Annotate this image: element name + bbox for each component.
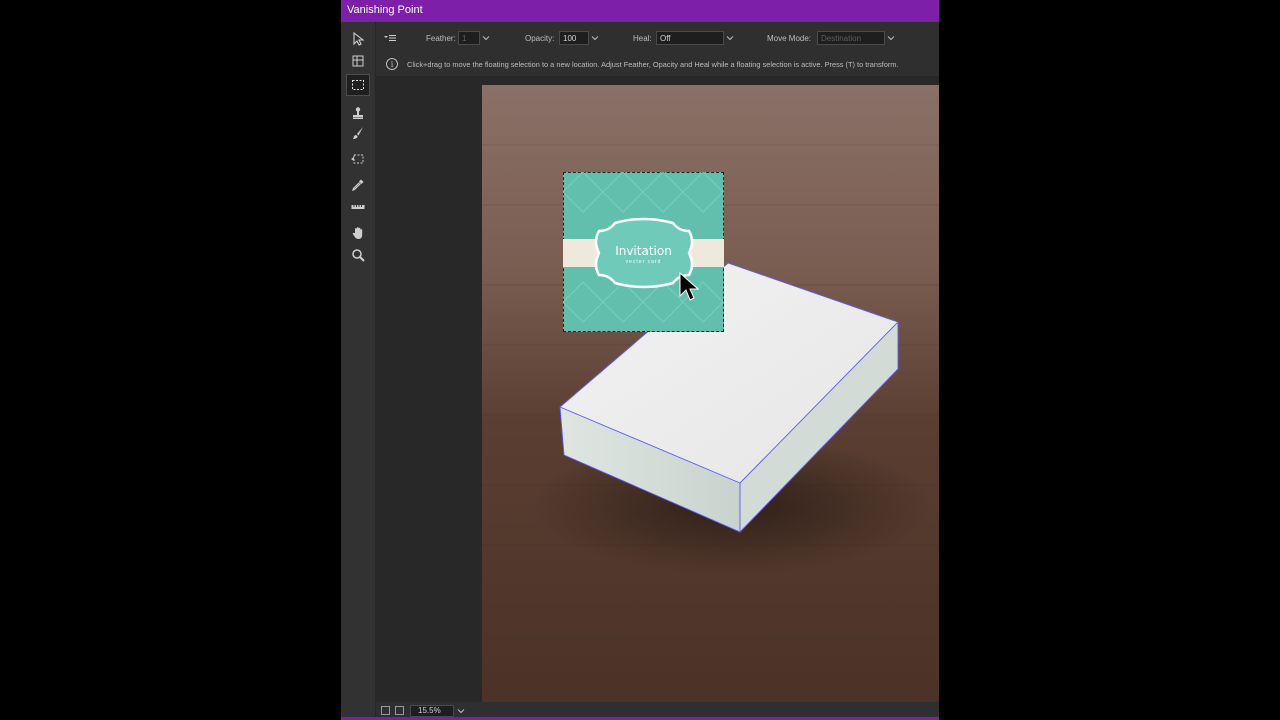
zoom-in-button[interactable]: [395, 706, 404, 715]
stamp-tool-icon: [353, 107, 363, 119]
zoom-out-button[interactable]: [381, 706, 390, 715]
opacity-field[interactable]: 100: [559, 31, 589, 45]
feather-label: Feather:: [426, 34, 456, 43]
edit-plane-tool-icon: [353, 32, 365, 46]
hint-bar: i Click+drag to move the floating select…: [376, 54, 939, 77]
info-icon: i: [386, 58, 398, 70]
title-bar[interactable]: Vanishing Point: [341, 0, 939, 22]
opacity-label: Opacity:: [525, 34, 555, 43]
zoom-field[interactable]: 15.5%: [410, 705, 454, 717]
hand-tool-icon: [352, 227, 363, 239]
heal-dropdown[interactable]: [724, 31, 736, 45]
marquee-tool-icon: [352, 80, 364, 90]
opacity-dropdown[interactable]: [589, 31, 601, 45]
stamp-tool[interactable]: [346, 102, 370, 124]
options-bar: Feather: 1 Opacity: 100 Heal: Off Move M…: [376, 22, 939, 54]
move-mode-label: Move Mode:: [767, 34, 812, 43]
edit-plane-tool[interactable]: [346, 28, 370, 50]
create-plane-tool-icon: [352, 55, 364, 67]
card-title: Invitation: [615, 244, 672, 258]
move-mode-select[interactable]: Destination: [817, 31, 885, 45]
feather-field[interactable]: 1: [458, 31, 480, 45]
hand-tool[interactable]: [346, 222, 370, 244]
brush-tool-icon: [353, 127, 363, 139]
move-mode-dropdown[interactable]: [885, 31, 897, 45]
tool-panel: [341, 22, 376, 720]
window-title: Vanishing Point: [347, 4, 423, 16]
zoom-tool-icon: [352, 249, 365, 262]
create-plane-tool[interactable]: [346, 50, 370, 72]
heal-label: Heal:: [633, 34, 652, 43]
eyedropper-tool[interactable]: [346, 174, 370, 196]
zoom-tool[interactable]: [346, 244, 370, 266]
hint-text: Click+drag to move the floating selectio…: [407, 60, 899, 69]
cursor-arrow-icon: [679, 272, 700, 301]
marquee-tool[interactable]: [346, 74, 370, 96]
chevron-down-icon: [726, 36, 734, 41]
zoom-dropdown[interactable]: [455, 706, 467, 716]
chevron-down-icon: [457, 709, 465, 714]
vanishing-point-window: Vanishing Point Feather: 1 Opacity: 100 …: [341, 0, 939, 720]
menu-icon: [384, 35, 396, 41]
chevron-down-icon: [887, 36, 895, 41]
document-image[interactable]: Invitation vector card: [482, 85, 939, 702]
chevron-down-icon: [482, 36, 490, 41]
eyedropper-tool-icon: [352, 179, 364, 191]
measure-tool-icon: [351, 205, 365, 209]
heal-select[interactable]: Off: [656, 31, 724, 45]
panel-menu-button[interactable]: [383, 31, 397, 45]
measure-tool[interactable]: [346, 196, 370, 218]
brush-tool[interactable]: [346, 122, 370, 144]
floating-selection[interactable]: Invitation vector card: [563, 172, 724, 332]
transform-tool[interactable]: [346, 148, 370, 170]
transform-tool-icon: [351, 154, 364, 164]
feather-dropdown[interactable]: [480, 31, 492, 45]
chevron-down-icon: [591, 36, 599, 41]
card-subtitle: vector card: [625, 259, 662, 265]
canvas-area[interactable]: Invitation vector card: [376, 77, 939, 702]
